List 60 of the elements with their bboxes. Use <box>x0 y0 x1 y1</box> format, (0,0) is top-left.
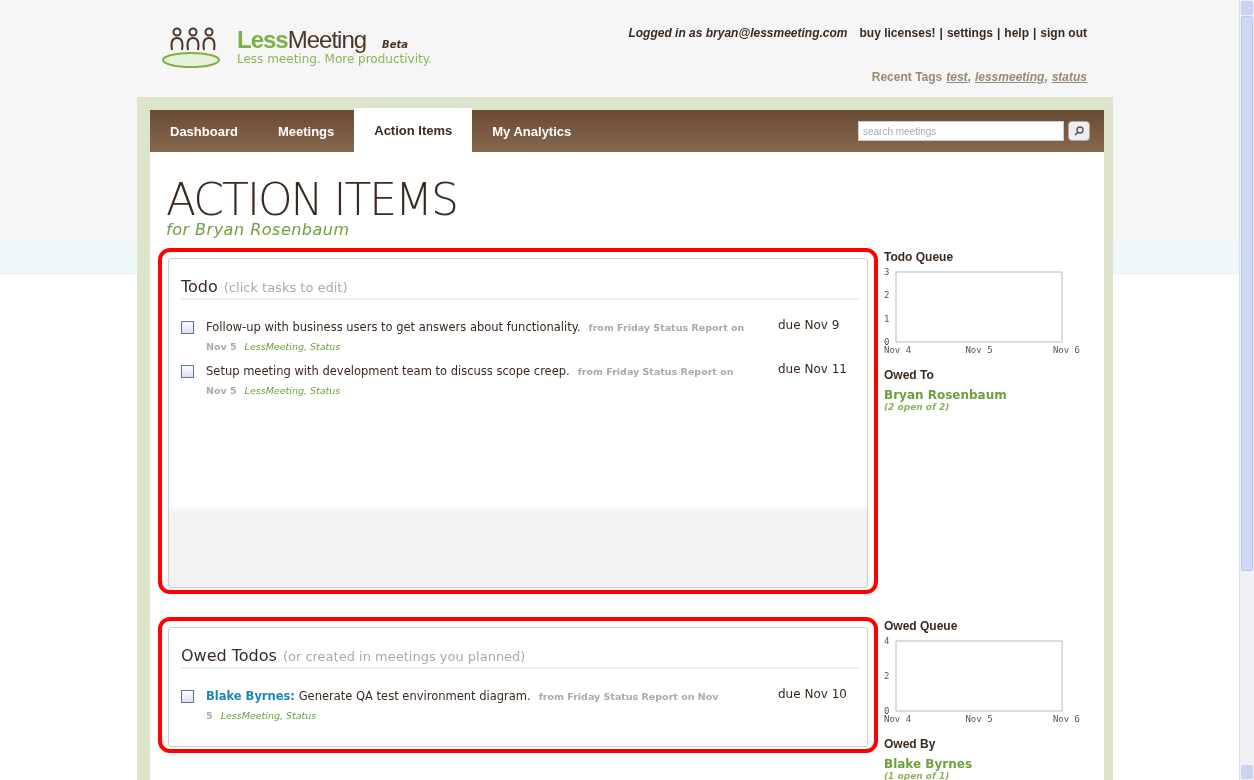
section-title: Todo <box>181 277 218 296</box>
y-tick-label: 2 <box>884 671 890 681</box>
task-description[interactable]: Setup meeting with development team to discuss scope creep. from Friday Status Report on Nov 5 LessMeeting, Status <box>206 362 746 400</box>
account-link[interactable]: help <box>1004 26 1029 40</box>
y-tick-label: 1 <box>884 313 890 324</box>
tag-separator: , <box>1044 70 1048 84</box>
people-title: Owed By <box>884 737 937 751</box>
task-description[interactable]: Blake Byrnes: Generate QA test environment diagram. from Friday Status Report on Nov 5 LessMeeting, Status <box>206 687 746 725</box>
people-title: Owed To <box>884 368 935 382</box>
section-hint: (or created in meetings you planned) <box>282 649 526 664</box>
nav-tab[interactable]: My Analytics <box>472 110 592 152</box>
link-separator: | <box>996 26 1001 40</box>
login-status: Logged in as bryan@lessmeeting.com <box>628 26 848 40</box>
task-description[interactable]: Follow-up with business users to get answers about functionality. from Friday Status Report on Nov 5 LessMeeting, Status <box>206 318 746 356</box>
search-icon <box>1074 126 1084 136</box>
section-title: Owed Todos <box>181 646 277 665</box>
task-owner[interactable]: Blake Byrnes: <box>206 689 295 703</box>
beta-label: Beta <box>382 39 409 50</box>
person-count: (2 open of 2) <box>884 402 951 412</box>
tag-link[interactable]: test <box>946 70 968 84</box>
tag-link[interactable]: status <box>1051 70 1087 84</box>
y-tick-label: 0 <box>884 706 890 716</box>
search-field[interactable]: search meetings <box>858 121 1064 141</box>
brand-name: LessMeeting <box>237 26 367 54</box>
y-tick-label: 2 <box>884 290 890 301</box>
link-separator: | <box>939 26 943 40</box>
section-hint: (click tasks to edit) <box>223 280 348 295</box>
search-button[interactable] <box>1068 121 1090 141</box>
task-due: due Nov 11 <box>778 362 847 378</box>
task-checkbox[interactable] <box>181 321 194 334</box>
x-tick-label: Nov 4 <box>884 714 912 724</box>
x-tick-label: Nov 6 <box>1052 714 1080 724</box>
scrollbar[interactable] <box>1239 0 1254 780</box>
y-tick-label: 4 <box>884 636 890 646</box>
queue-chart: 0 2 4 Nov 4 Nov 5 Nov 6 <box>884 637 1080 723</box>
account-link[interactable]: buy licenses! <box>859 26 936 40</box>
task-checkbox[interactable] <box>181 690 194 703</box>
task-checkbox[interactable] <box>181 365 194 378</box>
x-tick-label: Nov 5 <box>965 345 993 355</box>
task-due: due Nov 10 <box>778 687 847 703</box>
task-due: due Nov 9 <box>778 318 840 334</box>
link-separator: | <box>1032 26 1037 40</box>
queue-chart: 0 1 2 3 Nov 4 Nov 5 Nov 6 <box>884 268 1080 354</box>
page-title: ACTION ITEMS <box>166 178 457 222</box>
y-tick-label: 3 <box>884 267 890 277</box>
tag-separator: , <box>967 70 971 84</box>
recent-tags-label: Recent Tags <box>871 70 943 84</box>
account-link[interactable]: sign out <box>1040 26 1087 40</box>
nav-tab[interactable]: Meetings <box>257 110 355 152</box>
person-count: (1 open of 1) <box>884 771 951 780</box>
chart-title: Owed Queue <box>884 619 959 633</box>
chart-title: Todo Queue <box>884 250 955 264</box>
page-subtitle: for Bryan Rosenbaum <box>166 220 351 239</box>
nav-tab[interactable]: Action Items <box>354 107 473 152</box>
x-tick-label: Nov 5 <box>965 714 993 724</box>
x-tick-label: Nov 4 <box>884 345 912 355</box>
nav-tab[interactable]: Dashboard <box>150 110 258 152</box>
account-link[interactable]: settings <box>946 26 993 40</box>
x-tick-label: Nov 6 <box>1052 345 1080 355</box>
y-tick-label: 0 <box>884 337 890 347</box>
